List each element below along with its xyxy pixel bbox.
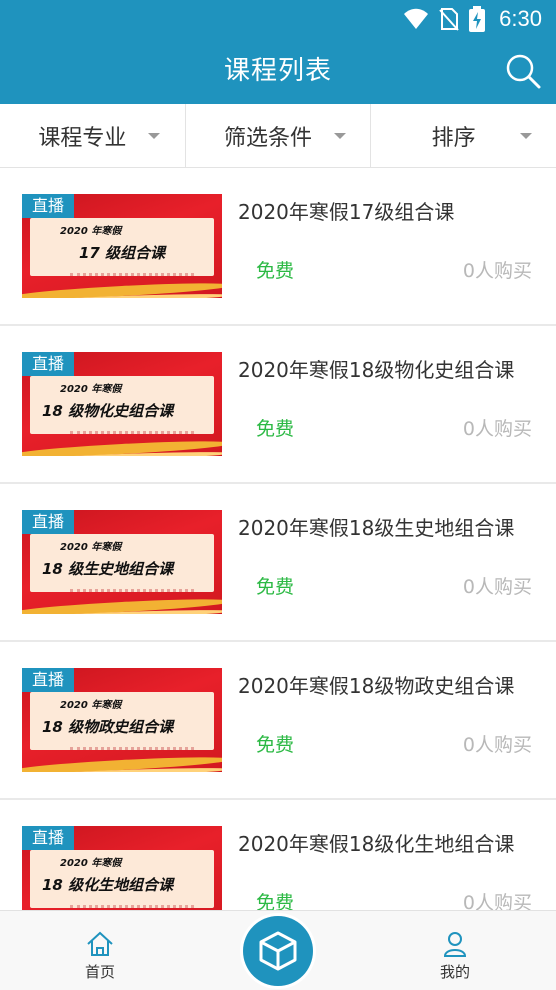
status-bar: 6:30 bbox=[0, 0, 556, 38]
page-title: 课程列表 bbox=[223, 56, 332, 86]
course-item[interactable]: 2020 年寒假 18 级物政史组合课 直播 2020年寒假18级物政史组合课 … bbox=[0, 642, 556, 800]
thumbnail-banner: 2020 年寒假 18 级物化史组合课 bbox=[30, 376, 214, 434]
status-time: 6:30 bbox=[499, 6, 542, 31]
course-price: 免费 bbox=[256, 260, 295, 282]
filter-conditions-label: 筛选条件 bbox=[224, 125, 313, 151]
course-buyers: 0人购买 bbox=[462, 418, 532, 440]
course-price: 免费 bbox=[256, 734, 295, 756]
course-thumbnail: 2020 年寒假 17 级组合课 直播 bbox=[22, 194, 222, 298]
chevron-down-icon bbox=[333, 133, 346, 139]
course-title: 2020年寒假18级生史地组合课 bbox=[238, 516, 515, 540]
course-item[interactable]: 2020 年寒假 17 级组合课 直播 2020年寒假17级组合课 免费 0人购… bbox=[0, 168, 556, 326]
skyline-decoration bbox=[70, 586, 194, 592]
cube-icon bbox=[259, 931, 297, 971]
thumbnail-title: 18 级物化史组合课 bbox=[42, 402, 174, 420]
app-bar: 课程列表 bbox=[0, 38, 556, 104]
wifi-icon bbox=[404, 8, 429, 29]
live-badge: 直播 bbox=[22, 352, 74, 376]
course-title: 2020年寒假17级组合课 bbox=[238, 200, 455, 224]
search-button[interactable] bbox=[504, 52, 542, 90]
tab-me-label: 我的 bbox=[439, 963, 470, 981]
thumbnail-year: 2020 年寒假 bbox=[60, 542, 122, 553]
course-thumbnail: 2020 年寒假 18 级物政史组合课 直播 bbox=[22, 668, 222, 772]
filter-major-label: 课程专业 bbox=[38, 125, 127, 151]
thumbnail-title: 18 级物政史组合课 bbox=[42, 718, 174, 736]
tab-home-label: 首页 bbox=[84, 963, 115, 981]
course-price: 免费 bbox=[256, 576, 295, 598]
thumbnail-year: 2020 年寒假 bbox=[60, 226, 122, 237]
home-icon bbox=[87, 931, 113, 956]
tab-me[interactable]: 我的 bbox=[395, 911, 515, 990]
filter-major[interactable]: 课程专业 bbox=[0, 104, 185, 167]
search-icon bbox=[506, 54, 541, 89]
user-icon bbox=[443, 932, 467, 957]
course-buyers: 0人购买 bbox=[462, 260, 532, 282]
course-title: 2020年寒假18级物政史组合课 bbox=[238, 674, 515, 698]
live-badge: 直播 bbox=[22, 510, 74, 534]
course-buyers: 0人购买 bbox=[462, 734, 532, 756]
live-badge: 直播 bbox=[22, 194, 74, 218]
thumbnail-banner: 2020 年寒假 18 级生史地组合课 bbox=[30, 534, 214, 592]
thumbnail-banner: 2020 年寒假 18 级物政史组合课 bbox=[30, 692, 214, 750]
thumbnail-year: 2020 年寒假 bbox=[60, 858, 122, 869]
live-badge: 直播 bbox=[22, 668, 74, 692]
skyline-decoration bbox=[70, 270, 194, 276]
filter-sort[interactable]: 排序 bbox=[370, 104, 556, 167]
course-item[interactable]: 2020 年寒假 18 级生史地组合课 直播 2020年寒假18级生史地组合课 … bbox=[0, 484, 556, 642]
chevron-down-icon bbox=[520, 133, 533, 139]
no-sim-icon bbox=[439, 8, 459, 31]
tab-home[interactable]: 首页 bbox=[40, 911, 160, 990]
skyline-decoration bbox=[70, 428, 194, 434]
course-thumbnail: 2020 年寒假 18 级生史地组合课 直播 bbox=[22, 510, 222, 614]
course-title: 2020年寒假18级化生地组合课 bbox=[238, 832, 515, 856]
thumbnail-title: 17 级组合课 bbox=[78, 244, 166, 262]
thumbnail-banner: 2020 年寒假 18 级化生地组合课 bbox=[30, 850, 214, 908]
thumbnail-title: 18 级生史地组合课 bbox=[42, 560, 174, 578]
thumbnail-banner: 2020 年寒假 17 级组合课 bbox=[30, 218, 214, 276]
skyline-decoration bbox=[70, 902, 194, 908]
filter-bar: 课程专业 筛选条件 排序 bbox=[0, 104, 556, 168]
thumbnail-title: 18 级化生地组合课 bbox=[42, 876, 174, 894]
filter-sort-label: 排序 bbox=[431, 125, 476, 151]
course-title: 2020年寒假18级物化史组合课 bbox=[238, 358, 515, 382]
course-thumbnail: 2020 年寒假 18 级物化史组合课 直播 bbox=[22, 352, 222, 456]
course-list: 2020 年寒假 17 级组合课 直播 2020年寒假17级组合课 免费 0人购… bbox=[0, 168, 556, 958]
battery-charging-icon bbox=[469, 6, 486, 32]
filter-conditions[interactable]: 筛选条件 bbox=[184, 104, 371, 167]
status-icons: 6:30 bbox=[403, 6, 542, 32]
course-price: 免费 bbox=[256, 418, 295, 440]
chevron-down-icon bbox=[148, 133, 160, 139]
thumbnail-year: 2020 年寒假 bbox=[60, 700, 122, 711]
skyline-decoration bbox=[70, 744, 194, 750]
thumbnail-year: 2020 年寒假 bbox=[60, 384, 122, 395]
course-buyers: 0人购买 bbox=[462, 576, 532, 598]
course-item[interactable]: 2020 年寒假 18 级物化史组合课 直播 2020年寒假18级物化史组合课 … bbox=[0, 326, 556, 484]
center-action-button[interactable] bbox=[243, 916, 313, 986]
live-badge: 直播 bbox=[22, 826, 74, 850]
